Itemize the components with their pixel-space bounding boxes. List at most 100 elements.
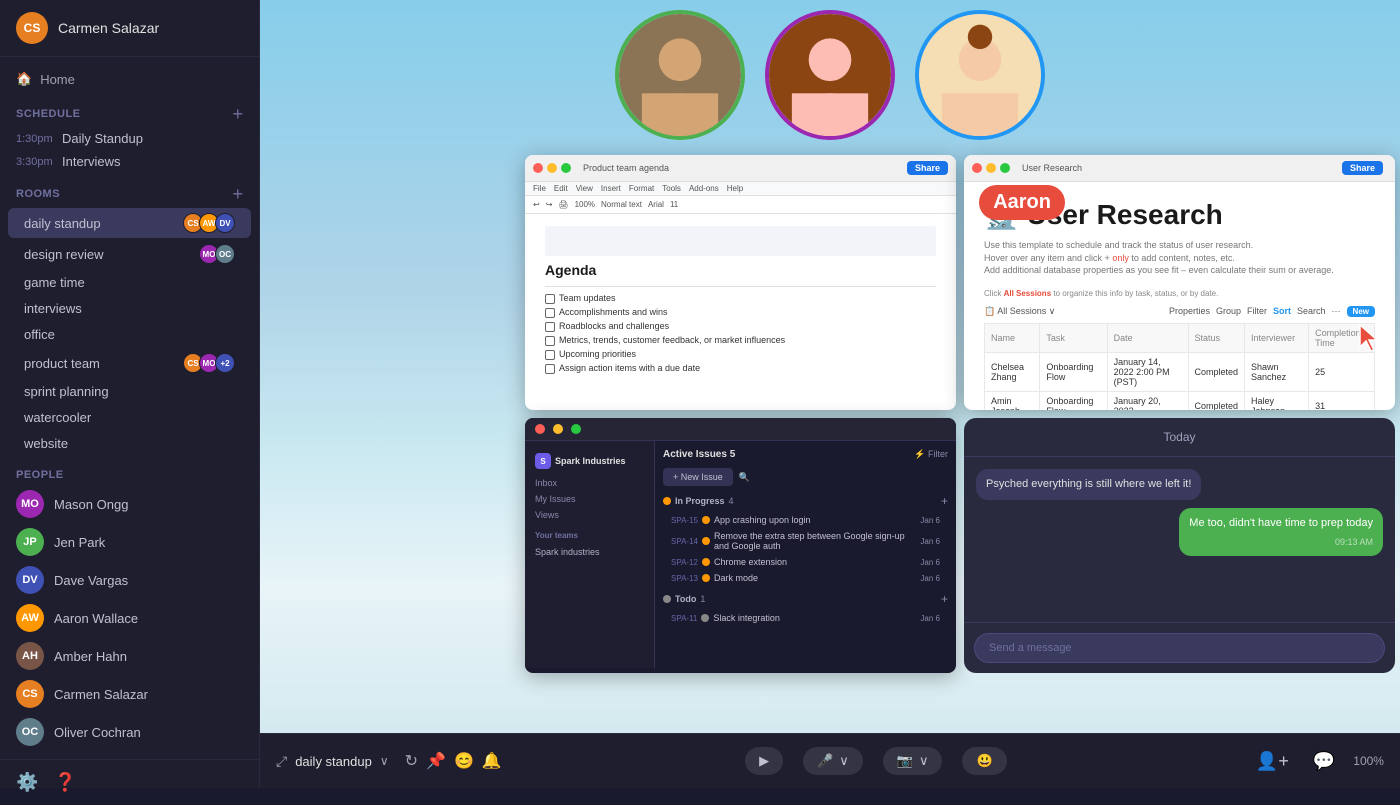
toolbar-center: ▶ 🎤 ∨ 📷 ∨ 😃 — [745, 747, 1007, 775]
room-item-daily-standup[interactable]: daily standup CS AW DV — [8, 208, 251, 238]
col-date: Date — [1107, 323, 1188, 352]
room-item-sprint-planning[interactable]: sprint planning — [8, 379, 251, 404]
room-item-interviews[interactable]: interviews — [8, 296, 251, 321]
video-area: Product team agenda Share FileEditViewIn… — [260, 0, 1400, 733]
share-button[interactable]: Share — [907, 161, 948, 175]
person-item-jen[interactable]: JP Jen Park — [0, 523, 259, 561]
linear-nav-myissues[interactable]: My Issues — [525, 491, 654, 507]
person-item-mason[interactable]: MO Mason Ongg — [0, 485, 259, 523]
person-item-amber[interactable]: AH Amber Hahn — [0, 637, 259, 675]
schedule-item-standup[interactable]: 1:30pm Daily Standup — [0, 127, 259, 150]
room-avatar: +2 — [215, 353, 235, 373]
room-avatar: DV — [215, 213, 235, 233]
bottom-toolbar: ⤢ daily standup ∨ ↻ 📌 😊 🔔 ▶ 🎤 ∨ 📷 ∨ — [260, 733, 1400, 788]
screen-linear: S Spark Industries Inbox My Issues Views… — [525, 418, 956, 673]
avatar-amber: AH — [16, 642, 44, 670]
gdoc-toolbar-row: ↩↪🖨100%Normal textArial11 — [525, 196, 956, 214]
agenda-item: Team updates — [545, 293, 936, 304]
chat-input[interactable] — [974, 633, 1385, 663]
cursor-arrow-aaron — [1355, 323, 1385, 353]
active-issues-label: Active Issues 5 — [663, 449, 735, 460]
avatar-oliver: OC — [16, 718, 44, 746]
col-task: Task — [1040, 323, 1107, 352]
new-issue-button[interactable]: + New Issue — [663, 468, 733, 486]
cam-dropdown: ∨ — [919, 753, 929, 769]
workspace-name: S Spark Industries — [525, 447, 654, 475]
chat-icon[interactable]: 💬 — [1307, 747, 1341, 776]
linear-header-row: Active Issues 5 ⚡ Filter — [663, 449, 948, 460]
room-item-game-time[interactable]: game time — [8, 270, 251, 295]
agenda-item: Metrics, trends, customer feedback, or m… — [545, 335, 936, 346]
col-interviewer: Interviewer — [1245, 323, 1309, 352]
chat-header: Today — [964, 418, 1395, 457]
participant-circle-3 — [915, 10, 1045, 140]
schedule-section-header: Schedule + — [0, 93, 259, 127]
todo-header: Todo 1 + — [663, 592, 948, 606]
maximize-dot — [1000, 163, 1010, 173]
linear-chrome — [525, 418, 956, 441]
avatar-dave: DV — [16, 566, 44, 594]
avatar-aaron: AW — [16, 604, 44, 632]
notion-share-button[interactable]: Share — [1342, 161, 1383, 175]
linear-issue-spa14: SPA-14 Remove the extra step between Goo… — [663, 528, 948, 554]
room-item-product-team[interactable]: product team CS MO +2 — [8, 348, 251, 378]
linear-nav-inbox[interactable]: Inbox — [525, 475, 654, 491]
search-icon-linear[interactable]: 🔍 — [739, 472, 750, 483]
room-item-watercooler[interactable]: watercooler — [8, 405, 251, 430]
participant-face-2 — [769, 14, 891, 136]
in-progress-header: In Progress 4 + — [663, 494, 948, 508]
close-dot — [972, 163, 982, 173]
room-item-office[interactable]: office — [8, 322, 251, 347]
nav-home[interactable]: 🏠 Home — [0, 65, 259, 93]
schedule-item-interviews[interactable]: 3:30pm Interviews — [0, 150, 259, 173]
chat-message-sent: Me too, didn't have time to prep today 0… — [1179, 508, 1383, 556]
gdoc-content: Agenda Team updates Accomplishments and … — [525, 214, 956, 389]
col-status: Status — [1188, 323, 1245, 352]
settings-icon[interactable]: ⚙️ — [16, 772, 38, 793]
participant-circle-2 — [765, 10, 895, 140]
filter-button[interactable]: ⚡ Filter — [914, 449, 948, 460]
mic-dropdown: ∨ — [839, 753, 849, 769]
linear-nav-views[interactable]: Views — [525, 507, 654, 523]
participant-circle-1 — [615, 10, 745, 140]
person-item-oliver[interactable]: OC Oliver Cochran — [0, 713, 259, 751]
chat-messages: Psyched everything is still where we lef… — [964, 457, 1395, 622]
notification-icon[interactable]: 🔔 — [482, 751, 502, 771]
linear-nav-spark[interactable]: Spark industries — [525, 544, 654, 560]
person-item-carmen[interactable]: CS Carmen Salazar — [0, 675, 259, 713]
new-issue-row: + New Issue 🔍 — [663, 468, 948, 486]
main-area: Product team agenda Share FileEditViewIn… — [260, 0, 1400, 788]
help-icon[interactable]: ❓ — [54, 772, 76, 793]
maximize-dot — [571, 424, 581, 434]
person-item-dave[interactable]: DV Dave Vargas — [0, 561, 259, 599]
col-name: Name — [985, 323, 1040, 352]
person-item-aaron[interactable]: AW Aaron Wallace — [0, 599, 259, 637]
room-item-website[interactable]: website — [8, 431, 251, 456]
play-icon: ▶ — [759, 753, 769, 769]
refresh-icon[interactable]: ↻ — [405, 751, 418, 771]
expand-icon[interactable]: ⤢ — [276, 753, 287, 770]
add-room-button[interactable]: + — [232, 185, 243, 203]
notion-desc: Use this template to schedule and track … — [984, 239, 1375, 277]
room-dropdown-arrow[interactable]: ∨ — [380, 754, 389, 768]
emoji-reaction-button[interactable]: 😃 — [962, 747, 1006, 775]
play-button[interactable]: ▶ — [745, 747, 783, 775]
notion-chrome: User Research Share — [964, 155, 1395, 182]
camera-button[interactable]: 📷 ∨ — [883, 747, 943, 775]
sidebar: CS Carmen Salazar 🏠 Home Schedule + 1:30… — [0, 0, 260, 788]
emoji-icon[interactable]: 😊 — [454, 751, 474, 771]
chat-panel: Today Psyched everything is still where … — [964, 418, 1395, 673]
mic-icon: 🎤 — [817, 753, 833, 769]
participant-face-3 — [919, 14, 1041, 136]
add-issue-inprogress[interactable]: + — [941, 494, 948, 508]
add-person-icon[interactable]: 👤+ — [1250, 747, 1295, 776]
linear-main-content: Active Issues 5 ⚡ Filter + New Issue 🔍 — [655, 441, 956, 668]
room-item-design-review[interactable]: design review MO OC — [8, 239, 251, 269]
pin-icon[interactable]: 📌 — [426, 751, 446, 771]
add-schedule-button[interactable]: + — [232, 105, 243, 123]
agenda-item: Assign action items with a due date — [545, 363, 936, 374]
minimize-dot — [553, 424, 563, 434]
user-name: Carmen Salazar — [58, 20, 159, 36]
mic-button[interactable]: 🎤 ∨ — [803, 747, 863, 775]
add-issue-todo[interactable]: + — [941, 592, 948, 606]
